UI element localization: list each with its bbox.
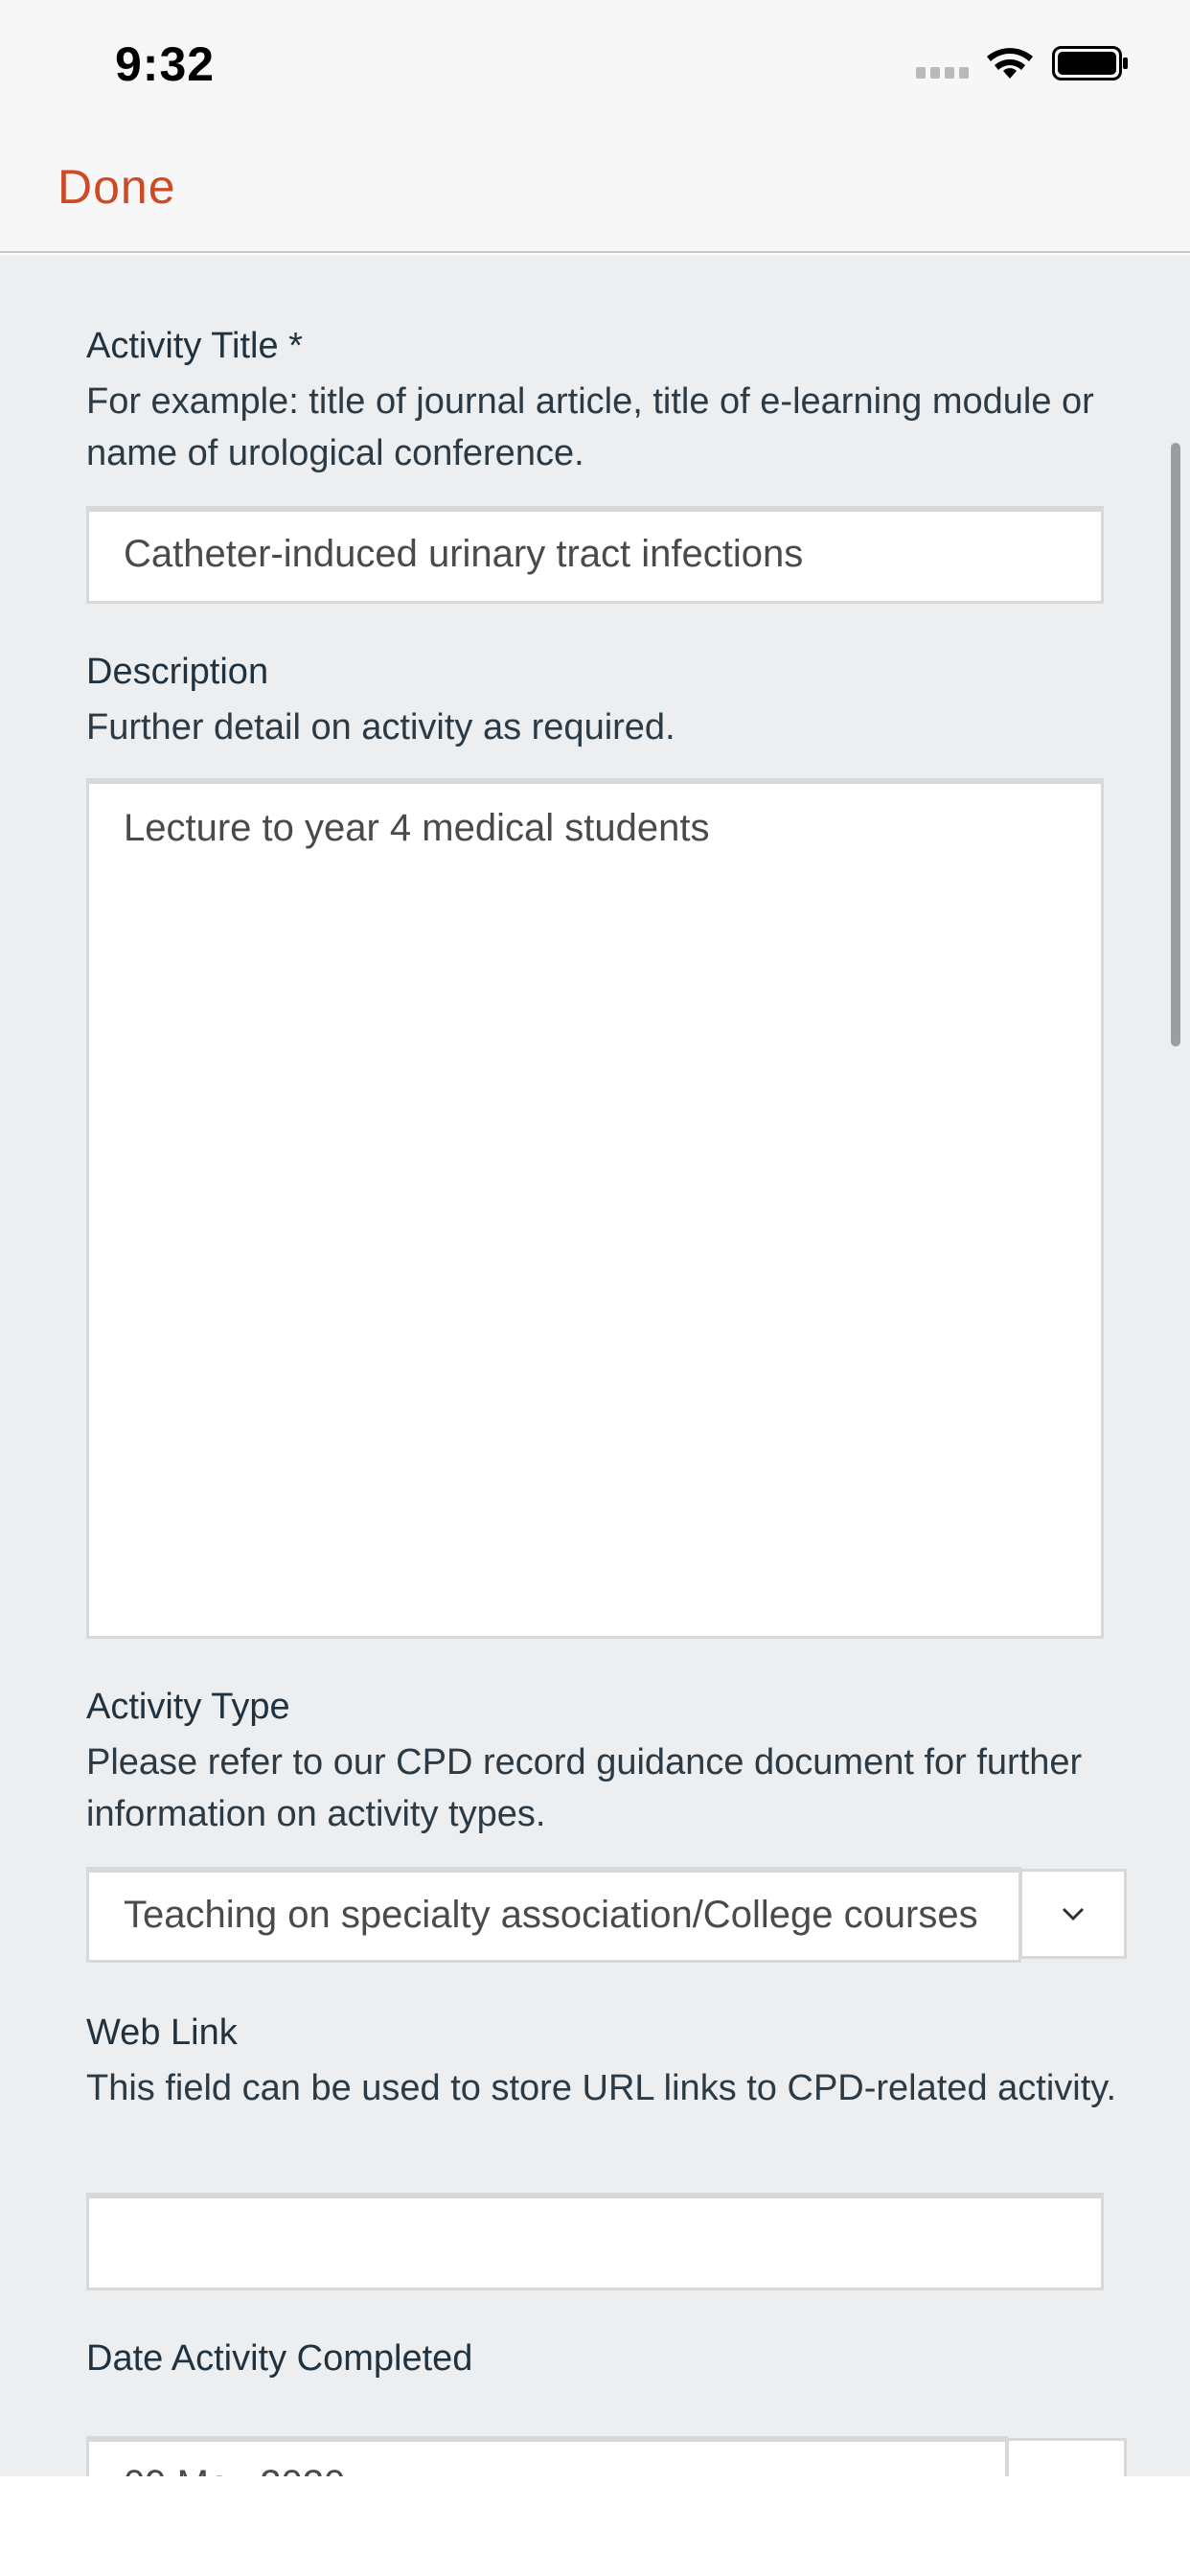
activity-title-input[interactable]: Catheter-induced urinary tract infection… <box>86 506 1104 604</box>
activity-type-dropdown-button[interactable] <box>1019 1869 1127 1959</box>
description-label: Description <box>86 652 269 692</box>
status-time: 9:32 <box>115 37 216 91</box>
web-link-label: Web Link <box>86 2012 238 2053</box>
done-button[interactable]: Done <box>57 159 176 215</box>
chevron-down-icon <box>1062 1907 1085 1921</box>
bottom-area <box>0 2476 1190 2576</box>
date-completed-input[interactable]: 09 May 2020 <box>86 2436 1008 2476</box>
battery-icon <box>1052 46 1128 80</box>
description-help: Further detail on activity as required. <box>86 707 675 748</box>
date-completed-label: Date Activity Completed <box>86 2338 473 2379</box>
web-link-help: This field can be used to store URL link… <box>86 2068 1117 2108</box>
activity-type-select[interactable]: Teaching on specialty association/Colleg… <box>86 1867 1021 1963</box>
activity-title-help: For example: title of journal article, t… <box>86 381 1094 473</box>
scrollbar[interactable] <box>1171 443 1180 1046</box>
description-textarea[interactable]: Lecture to year 4 medical students <box>86 778 1104 1639</box>
wifi-icon <box>987 48 1033 79</box>
form-content[interactable]: Activity Title * For example: title of j… <box>0 255 1190 2476</box>
nav-bar: Done <box>0 126 1190 253</box>
signal-icon <box>916 67 972 79</box>
web-link-input[interactable] <box>86 2193 1104 2290</box>
activity-title-label: Activity Title * <box>86 326 303 366</box>
date-completed-picker-button[interactable] <box>1006 2438 1127 2476</box>
activity-type-label: Activity Type <box>86 1687 290 1727</box>
status-bar: 9:32 <box>0 0 1190 126</box>
activity-type-help: Please refer to our CPD record guidance … <box>86 1742 1083 1834</box>
